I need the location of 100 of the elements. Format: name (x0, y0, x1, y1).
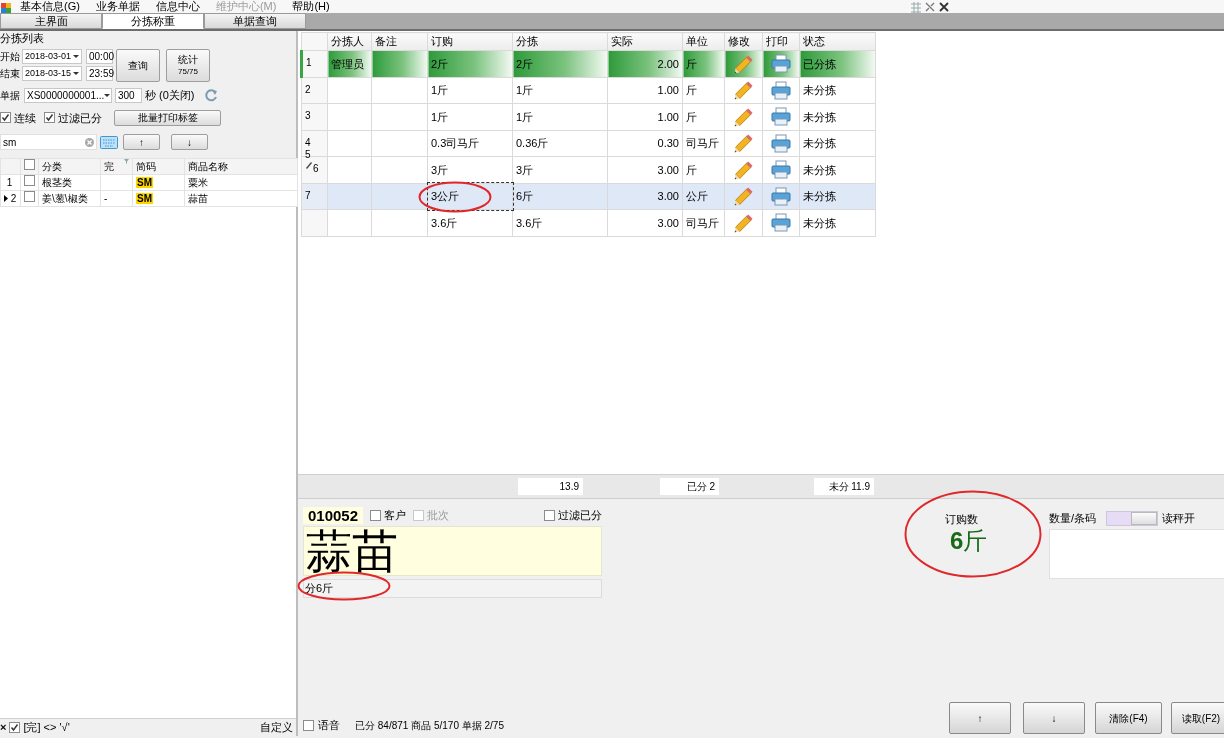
table-cell: 司马斤 (686, 216, 719, 229)
edit-mark-icon (305, 161, 313, 169)
printer-icon[interactable] (771, 80, 791, 100)
batch-print-button[interactable]: 批量打印标签 (114, 109, 221, 126)
printer-icon[interactable] (771, 160, 791, 180)
tab[interactable]: 单据查询 (204, 13, 306, 29)
table-cell: - (104, 193, 108, 204)
interval-spinner[interactable]: 300 (115, 87, 142, 103)
column-header[interactable]: 打印 (762, 32, 800, 51)
pencil-icon[interactable] (732, 79, 755, 102)
checkbox[interactable] (544, 509, 555, 521)
action-button[interactable]: 清除(F4) (1095, 702, 1162, 734)
table-cell: 司马斤 (686, 137, 719, 149)
action-button[interactable]: 读取(F2) (1171, 702, 1224, 734)
summary-field: 未分 11.9 (814, 477, 874, 495)
checkbox[interactable] (9, 722, 21, 733)
column-header[interactable]: 实际 (607, 32, 683, 51)
column-header[interactable]: 分拣 (512, 32, 608, 51)
date-dropdown[interactable]: 2018-03-15 (22, 66, 82, 81)
search-field[interactable]: sm (0, 134, 97, 150)
table-cell: 2.00 (657, 57, 679, 70)
checkbox[interactable] (0, 112, 11, 124)
checkbox[interactable] (24, 191, 35, 202)
column-header[interactable]: 修改 (724, 32, 763, 51)
table-cell: 粟米 (184, 174, 298, 191)
select-all-checkbox[interactable] (24, 159, 35, 170)
table-cell: 蒜苗 (184, 190, 298, 207)
tab[interactable]: 主界面 (0, 13, 102, 29)
clear-filter-button[interactable]: × (0, 719, 7, 736)
field-label: 单据 (0, 88, 21, 103)
action-button[interactable]: ↑ (949, 702, 1011, 734)
field-label: 结束 (0, 67, 21, 81)
keyboard-icon[interactable] (100, 135, 118, 149)
caret-icon (73, 72, 79, 75)
printer-icon[interactable] (771, 54, 791, 74)
summary-field: 13.9 (518, 477, 583, 495)
tab[interactable]: 分拣称重 (102, 13, 204, 29)
up-button[interactable]: ↑ (123, 134, 160, 150)
printer-icon[interactable] (771, 213, 791, 233)
action-button[interactable]: ↓ (1023, 702, 1085, 734)
order-count-label: 订购数 (945, 511, 979, 527)
printer-icon[interactable] (771, 133, 791, 153)
time-field[interactable]: 00:00 (86, 49, 113, 64)
column-header[interactable]: 订购 (427, 32, 513, 51)
pencil-icon[interactable] (732, 132, 755, 155)
column-header[interactable]: 简码 (132, 158, 185, 175)
code-tag: SM (136, 193, 153, 204)
table-cell: 公斤 (686, 190, 708, 202)
panel-title: 分拣列表 (0, 31, 45, 45)
table-cell: 0.30 (657, 137, 679, 149)
menu-item[interactable]: 帮助(H) (284, 0, 338, 13)
column-header[interactable]: 分类 (38, 158, 101, 175)
order-dropdown[interactable]: XS0000000001... (24, 87, 112, 103)
date-dropdown[interactable]: 2018-03-01 (22, 49, 82, 64)
clear-icon[interactable] (85, 137, 94, 147)
resize-icon[interactable] (924, 0, 936, 13)
menu-item[interactable]: 业务单据 (87, 0, 148, 13)
filter-icon[interactable] (124, 159, 129, 164)
scale-toggle[interactable] (1105, 510, 1158, 526)
pencil-icon[interactable] (732, 185, 755, 208)
barcode-input[interactable] (1049, 529, 1224, 580)
table-cell: 根茎类 (38, 174, 101, 191)
checkbox-label: 客户 (384, 508, 407, 523)
column-header[interactable]: 分拣人 (327, 32, 372, 51)
column-header[interactable]: 单位 (682, 32, 725, 51)
column-header[interactable]: 备注 (371, 32, 428, 51)
refresh-icon[interactable] (203, 88, 218, 103)
stats-button[interactable]: 统计 75/75 (166, 49, 210, 82)
down-button[interactable]: ↓ (171, 134, 208, 150)
checkbox[interactable] (303, 719, 314, 731)
row-number: 3 (305, 109, 311, 123)
close-icon[interactable] (938, 0, 950, 13)
table-cell: 斤 (686, 163, 697, 176)
time-field[interactable]: 23:59 (86, 66, 113, 81)
table-cell: 0.3司马斤 (431, 137, 480, 149)
table-cell: 已分拣 (803, 57, 836, 70)
product-name: 蒜苗 (306, 523, 398, 578)
table-cell: 未分拣 (803, 190, 836, 202)
menu-item[interactable]: 信息中心 (147, 0, 208, 13)
progress-text: 已分 84/871 商品 5/170 单据 2/75 (355, 718, 504, 733)
table-cell: 斤 (686, 57, 697, 70)
table-cell: 管理员 (331, 57, 364, 70)
menu-item: 维护中心(M) (214, 0, 278, 13)
column-header[interactable]: 商品名称 (184, 158, 298, 175)
checkbox[interactable] (44, 112, 55, 124)
field-label: 开始 (0, 50, 21, 64)
printer-icon[interactable] (771, 186, 791, 206)
table-cell: 未分拣 (803, 84, 836, 96)
menu-item[interactable]: 基本信息(G) (12, 0, 88, 13)
checkbox-label: 语音 (318, 717, 340, 733)
table-cell: 1斤 (516, 84, 534, 96)
query-button[interactable]: 查询 (116, 49, 160, 82)
checkbox[interactable] (24, 175, 35, 186)
table-cell: 3.6斤 (431, 216, 458, 229)
table-cell: 1.00 (657, 110, 679, 123)
checkbox[interactable] (370, 509, 382, 521)
customize-link[interactable]: 自定义 (260, 719, 294, 736)
column-header[interactable]: 状态 (799, 32, 876, 51)
grid-icon[interactable] (910, 0, 922, 13)
printer-icon[interactable] (771, 107, 791, 127)
